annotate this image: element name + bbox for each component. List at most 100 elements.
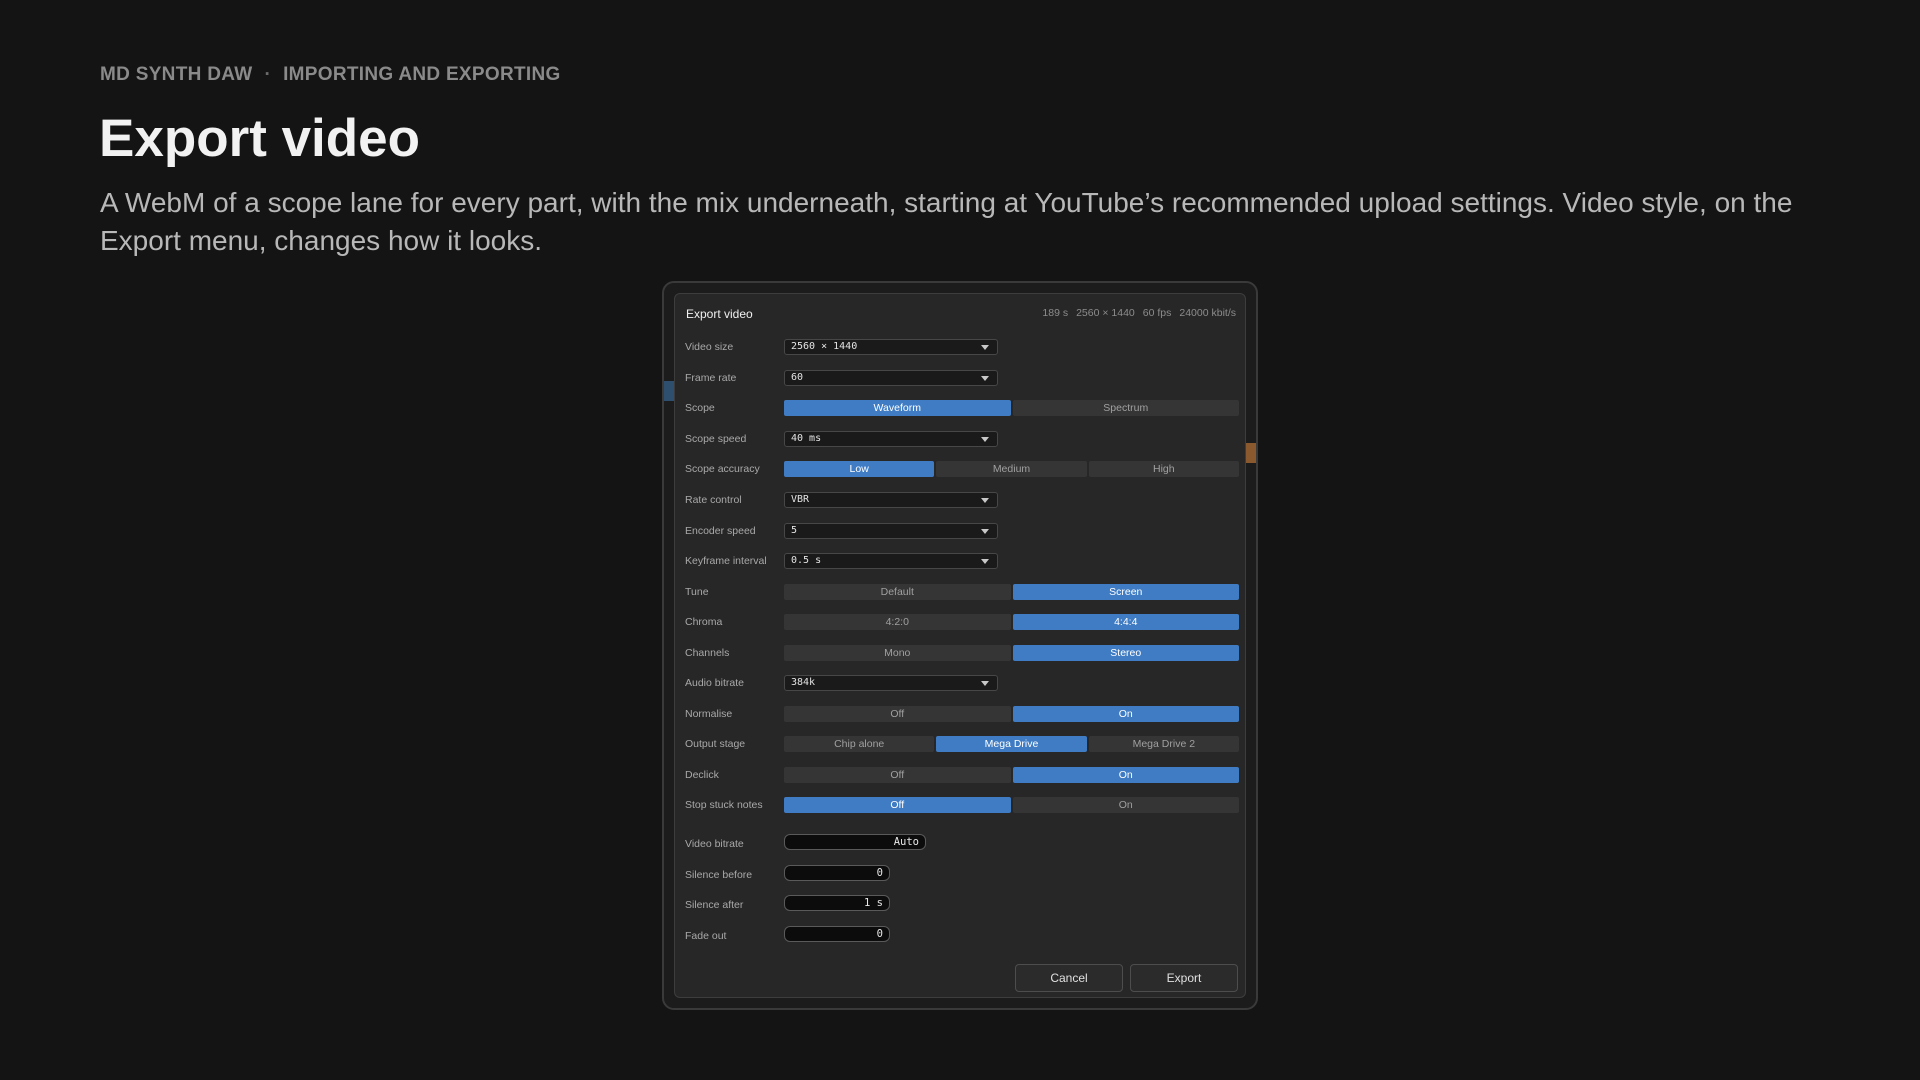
background-lane-left bbox=[664, 381, 674, 401]
device-frame: Export video 189 s 2560 × 1440 60 fps 24… bbox=[662, 281, 1258, 1010]
chevron-down-icon bbox=[981, 529, 989, 534]
background-lane-right bbox=[1246, 443, 1256, 463]
page-description: A WebM of a scope lane for every part, w… bbox=[100, 187, 1793, 256]
chevron-down-icon bbox=[981, 376, 989, 381]
output-stage-option-mega-drive[interactable]: Mega Drive bbox=[936, 736, 1087, 752]
row-scope-accuracy: Scope accuracy Low Medium High bbox=[675, 461, 1247, 479]
normalise-option-on[interactable]: On bbox=[1012, 706, 1239, 722]
tune-label: Tune bbox=[685, 586, 709, 598]
stop-stuck-notes-label: Stop stuck notes bbox=[685, 799, 763, 811]
breadcrumb-app: MD SYNTH DAW bbox=[100, 64, 253, 85]
scope-accuracy-label: Scope accuracy bbox=[685, 463, 760, 475]
video-size-select[interactable]: 2560 × 1440 bbox=[784, 339, 998, 355]
row-encoder-speed: Encoder speed 5 bbox=[675, 523, 1247, 541]
declick-option-off[interactable]: Off bbox=[784, 767, 1011, 783]
video-size-label: Video size bbox=[685, 341, 734, 353]
scope-speed-value: 40 ms bbox=[791, 433, 822, 444]
rate-control-value: VBR bbox=[791, 494, 810, 505]
rate-control-select[interactable]: VBR bbox=[784, 492, 998, 508]
summary-fps: 60 fps bbox=[1142, 307, 1172, 319]
audio-bitrate-value: 384k bbox=[791, 677, 816, 688]
frame-rate-value: 60 bbox=[791, 372, 804, 383]
fade-out-field[interactable]: 0 bbox=[784, 926, 890, 942]
cancel-button[interactable]: Cancel bbox=[1015, 964, 1123, 992]
keyframe-interval-label: Keyframe interval bbox=[685, 555, 767, 567]
channels-toggle: Mono Stereo bbox=[784, 645, 1239, 661]
scope-option-waveform[interactable]: Waveform bbox=[784, 400, 1011, 416]
row-normalise: Normalise Off On bbox=[675, 706, 1247, 724]
chevron-down-icon bbox=[981, 345, 989, 350]
scope-accuracy-option-medium[interactable]: Medium bbox=[936, 461, 1087, 477]
tune-toggle: Default Screen bbox=[784, 584, 1239, 600]
silence-before-field[interactable]: 0 bbox=[784, 865, 890, 881]
channels-label: Channels bbox=[685, 647, 730, 659]
export-button[interactable]: Export bbox=[1130, 964, 1238, 992]
row-silence-after: Silence after 1 s bbox=[675, 895, 1247, 913]
tune-option-screen[interactable]: Screen bbox=[1012, 584, 1239, 600]
row-frame-rate: Frame rate 60 bbox=[675, 370, 1247, 388]
normalise-option-off[interactable]: Off bbox=[784, 706, 1011, 722]
frame-rate-label: Frame rate bbox=[685, 372, 737, 384]
row-scope: Scope Waveform Spectrum bbox=[675, 400, 1247, 418]
scope-option-spectrum[interactable]: Spectrum bbox=[1012, 400, 1239, 416]
output-stage-option-chip-alone[interactable]: Chip alone bbox=[784, 736, 935, 752]
chevron-down-icon bbox=[981, 437, 989, 442]
row-chroma: Chroma 4:2:0 4:4:4 bbox=[675, 614, 1247, 632]
declick-option-on[interactable]: On bbox=[1012, 767, 1239, 783]
chroma-option-444[interactable]: 4:4:4 bbox=[1012, 614, 1239, 630]
scope-label: Scope bbox=[685, 402, 715, 414]
row-stop-stuck-notes: Stop stuck notes Off On bbox=[675, 797, 1247, 815]
summary-duration: 189 s bbox=[1042, 307, 1069, 319]
channels-option-stereo[interactable]: Stereo bbox=[1012, 645, 1239, 661]
video-size-value: 2560 × 1440 bbox=[791, 341, 858, 352]
scope-accuracy-option-high[interactable]: High bbox=[1088, 461, 1239, 477]
page-title: Export video bbox=[99, 109, 421, 168]
row-audio-bitrate: Audio bitrate 384k bbox=[675, 675, 1247, 693]
scope-accuracy-option-low[interactable]: Low bbox=[784, 461, 935, 477]
silence-after-field[interactable]: 1 s bbox=[784, 895, 890, 911]
row-video-bitrate: Video bitrate Auto bbox=[675, 834, 1247, 852]
scope-toggle: Waveform Spectrum bbox=[784, 400, 1239, 416]
rate-control-label: Rate control bbox=[685, 494, 742, 506]
output-stage-option-mega-drive-2[interactable]: Mega Drive 2 bbox=[1088, 736, 1239, 752]
audio-bitrate-select[interactable]: 384k bbox=[784, 675, 998, 691]
declick-toggle: Off On bbox=[784, 767, 1239, 783]
tune-option-default[interactable]: Default bbox=[784, 584, 1011, 600]
export-summary: 189 s 2560 × 1440 60 fps 24000 kbit/s bbox=[1042, 307, 1236, 319]
export-video-dialog: Export video 189 s 2560 × 1440 60 fps 24… bbox=[674, 293, 1246, 998]
silence-before-label: Silence before bbox=[685, 869, 753, 881]
channels-option-mono[interactable]: Mono bbox=[784, 645, 1011, 661]
encoder-speed-select[interactable]: 5 bbox=[784, 523, 998, 539]
scope-speed-label: Scope speed bbox=[685, 433, 747, 445]
output-stage-label: Output stage bbox=[685, 738, 746, 750]
row-channels: Channels Mono Stereo bbox=[675, 645, 1247, 663]
breadcrumb-separator: · bbox=[264, 64, 272, 85]
video-bitrate-label: Video bitrate bbox=[685, 838, 744, 850]
encoder-speed-label: Encoder speed bbox=[685, 525, 756, 537]
audio-bitrate-label: Audio bitrate bbox=[685, 677, 744, 689]
chroma-option-420[interactable]: 4:2:0 bbox=[784, 614, 1011, 630]
breadcrumb: MD SYNTH DAW · IMPORTING AND EXPORTING bbox=[100, 64, 561, 86]
silence-after-label: Silence after bbox=[685, 899, 744, 911]
row-silence-before: Silence before 0 bbox=[675, 865, 1247, 883]
video-bitrate-field[interactable]: Auto bbox=[784, 834, 926, 850]
declick-label: Declick bbox=[685, 769, 719, 781]
row-declick: Declick Off On bbox=[675, 767, 1247, 785]
scope-speed-select[interactable]: 40 ms bbox=[784, 431, 998, 447]
encoder-speed-value: 5 bbox=[791, 525, 798, 536]
dialog-title: Export video bbox=[686, 307, 753, 321]
fade-out-label: Fade out bbox=[685, 930, 727, 942]
row-tune: Tune Default Screen bbox=[675, 584, 1247, 602]
stop-stuck-notes-option-on[interactable]: On bbox=[1012, 797, 1239, 813]
chevron-down-icon bbox=[981, 498, 989, 503]
row-scope-speed: Scope speed 40 ms bbox=[675, 431, 1247, 449]
row-output-stage: Output stage Chip alone Mega Drive Mega … bbox=[675, 736, 1247, 754]
row-rate-control: Rate control VBR bbox=[675, 492, 1247, 510]
frame-rate-select[interactable]: 60 bbox=[784, 370, 998, 386]
output-stage-toggle: Chip alone Mega Drive Mega Drive 2 bbox=[784, 736, 1239, 752]
chroma-toggle: 4:2:0 4:4:4 bbox=[784, 614, 1239, 630]
keyframe-interval-select[interactable]: 0.5 s bbox=[784, 553, 998, 569]
stop-stuck-notes-option-off[interactable]: Off bbox=[784, 797, 1011, 813]
chroma-label: Chroma bbox=[685, 616, 723, 628]
row-video-size: Video size 2560 × 1440 bbox=[675, 339, 1247, 357]
